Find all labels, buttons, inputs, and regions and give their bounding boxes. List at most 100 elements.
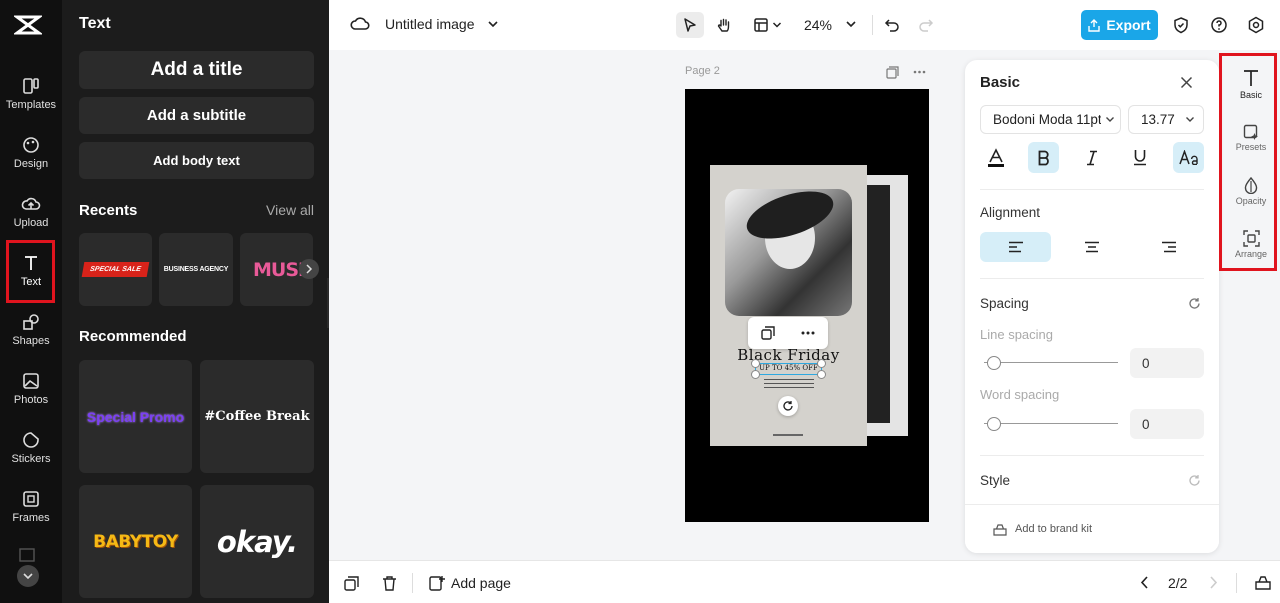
apps-icon[interactable] [19, 548, 35, 562]
alignment-label: Alignment [980, 205, 1041, 220]
redo-button[interactable] [916, 12, 936, 38]
rotate-handle[interactable] [778, 396, 798, 416]
more-icon[interactable] [913, 70, 926, 74]
layout-button[interactable] [749, 12, 785, 38]
line-spacing-input[interactable]: 0 [1130, 348, 1204, 378]
word-spacing-input[interactable]: 0 [1130, 409, 1204, 439]
trash-icon[interactable] [382, 575, 397, 591]
chevron-left-icon[interactable] [1140, 576, 1149, 589]
chevron-down-icon [1106, 117, 1114, 122]
word-spacing-slider-track[interactable] [984, 423, 1118, 424]
page-counter: 2/2 [1168, 575, 1188, 591]
brand-shield-button[interactable] [1171, 12, 1191, 38]
reset-icon[interactable] [1188, 474, 1201, 487]
recent-template[interactable]: BUSINESS AGENCY [159, 233, 233, 306]
tab-basic[interactable]: Basic [1228, 68, 1274, 116]
resize-handle[interactable] [751, 370, 760, 379]
add-title-button[interactable]: Add a title [79, 51, 314, 89]
rail-frames[interactable]: Frames [0, 489, 62, 541]
design-page[interactable]: Black Friday UP TO 45% OFF [685, 89, 929, 522]
text-case-button[interactable] [1173, 142, 1204, 173]
chevron-down-icon[interactable] [487, 20, 499, 29]
bold-button[interactable] [1028, 142, 1059, 173]
more-icon[interactable] [801, 331, 815, 335]
export-button[interactable]: Export [1081, 10, 1158, 40]
top-bar: Untitled image 24% Export [329, 0, 1280, 50]
selection-box[interactable]: UP TO 45% OFF [751, 359, 826, 379]
rail-label: Shapes [12, 335, 50, 347]
text-color-button[interactable] [980, 142, 1011, 173]
resize-handle[interactable] [751, 359, 760, 368]
recents-heading: Recents [79, 202, 138, 219]
recommended-template[interactable]: Special Promo [79, 360, 192, 473]
add-body-text-button[interactable]: Add body text [79, 142, 314, 179]
line-spacing-slider-track[interactable] [984, 362, 1118, 363]
view-all-link[interactable]: View all [266, 202, 314, 218]
tab-presets[interactable]: Presets [1228, 124, 1274, 172]
resize-handle[interactable] [817, 370, 826, 379]
font-family-select[interactable]: Bodoni Moda 11pt [980, 105, 1121, 134]
rail-shapes[interactable]: Shapes [0, 312, 62, 364]
rail-text[interactable]: Text [0, 253, 62, 305]
duplicate-page-icon[interactable] [886, 66, 899, 79]
add-subtitle-button[interactable]: Add a subtitle [79, 97, 314, 134]
arrange-icon [1242, 230, 1260, 247]
poster-photo [725, 189, 852, 316]
recommended-template[interactable]: #Coffee Break [200, 360, 314, 473]
tab-arrange[interactable]: Arrange [1228, 230, 1274, 278]
resize-handle[interactable] [817, 359, 826, 368]
chevron-right-icon[interactable] [1209, 576, 1218, 589]
opacity-icon [1244, 177, 1258, 194]
add-page-button[interactable]: Add page [451, 575, 511, 591]
recent-template[interactable]: SPECIAL SALE [79, 233, 152, 306]
style-label: Style [980, 473, 1011, 488]
reset-icon[interactable] [1188, 297, 1201, 310]
select-tool-button[interactable] [676, 12, 704, 38]
rail-design[interactable]: Design [0, 135, 62, 187]
rail-templates[interactable]: Templates [0, 76, 62, 128]
rail-label: Design [13, 158, 49, 170]
italic-button[interactable] [1076, 142, 1107, 173]
underline-button[interactable] [1124, 142, 1155, 173]
recommended-template[interactable]: okay. [200, 485, 314, 598]
add-to-brand-kit-button[interactable]: Add to brand kit [1015, 523, 1092, 535]
document-title[interactable]: Untitled image [385, 16, 475, 32]
font-size-select[interactable]: 13.77 [1128, 105, 1204, 134]
rail-photos[interactable]: Photos [0, 371, 62, 423]
duplicate-icon[interactable] [761, 326, 775, 340]
pages-view-icon[interactable] [1255, 576, 1271, 590]
add-page-icon[interactable] [429, 575, 446, 591]
recents-next-button[interactable] [299, 259, 319, 279]
word-spacing-slider-knob[interactable] [987, 417, 1001, 431]
align-center-button[interactable] [1056, 232, 1127, 262]
undo-button[interactable] [882, 12, 902, 38]
settings-button[interactable] [1246, 12, 1266, 38]
tab-opacity[interactable]: Opacity [1228, 177, 1274, 225]
help-button[interactable] [1209, 12, 1229, 38]
export-label: Export [1106, 17, 1151, 33]
close-icon[interactable] [1180, 76, 1193, 89]
expand-more-button[interactable] [17, 565, 39, 587]
rail-stickers[interactable]: Stickers [0, 430, 62, 482]
shapes-icon [23, 314, 39, 330]
spacing-label: Spacing [980, 296, 1029, 311]
chevron-down-icon[interactable] [845, 20, 857, 29]
divider [1236, 573, 1237, 593]
align-right-button[interactable] [1133, 232, 1204, 262]
line-spacing-slider-knob[interactable] [987, 356, 1001, 370]
design-heading[interactable]: Black Friday [710, 346, 867, 364]
zoom-level[interactable]: 24% [799, 12, 837, 38]
chevron-down-icon [23, 573, 33, 580]
hand-tool-button[interactable] [711, 12, 737, 38]
recommended-template[interactable]: BABYTOY [79, 485, 192, 598]
bottom-bar: Add page 2/2 [329, 560, 1280, 603]
poster[interactable]: Black Friday UP TO 45% OFF [710, 165, 867, 446]
recommended-template-text: BABYTOY [93, 531, 178, 552]
cursor-icon [684, 18, 696, 32]
align-left-button[interactable] [980, 232, 1051, 262]
font-family-value: Bodoni Moda 11pt [993, 112, 1101, 127]
cloud-save-icon[interactable] [350, 15, 370, 33]
duplicate-page-icon[interactable] [344, 576, 359, 591]
text-context-toolbar [748, 317, 828, 349]
rail-upload[interactable]: Upload [0, 194, 62, 246]
